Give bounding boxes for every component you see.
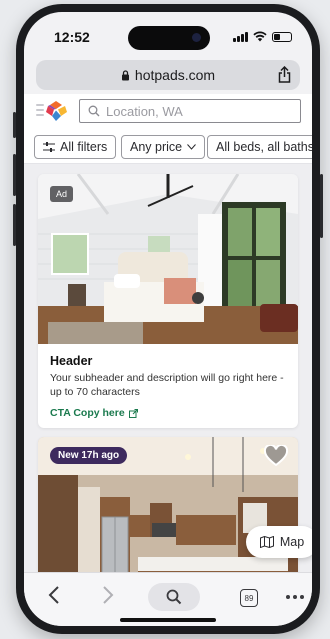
search-icon [166,589,182,605]
power-button [320,174,323,238]
map-icon [259,536,274,548]
app-header [24,94,312,128]
cellular-signal-icon [233,31,248,42]
chevron-down-icon [187,144,196,150]
screen: 12:52 hotpads.com Location, WA All filte… [24,12,312,626]
all-filters-label: All filters [60,140,108,154]
tabs-button[interactable]: 89 [240,589,258,607]
forward-icon[interactable] [102,585,114,605]
ad-badge: Ad [50,186,74,202]
side-button [13,112,16,138]
status-icons [233,31,292,42]
map-button-label: Map [279,535,305,549]
search-icon [88,105,100,117]
ad-title: Header [50,354,93,368]
ad-cta-label: CTA Copy here [50,407,125,419]
share-icon[interactable] [278,66,291,83]
more-options-icon[interactable] [286,595,304,599]
sliders-icon [43,142,55,152]
home-indicator [120,618,216,622]
volume-up-button [13,154,16,196]
price-filter-label: Any price [130,140,183,154]
location-input[interactable] [106,103,286,119]
beds-baths-filter-button[interactable]: All beds, all baths [207,135,312,159]
lock-icon [121,69,129,80]
battery-icon [272,31,292,42]
address-bar[interactable]: hotpads.com [36,60,300,90]
location-search[interactable] [79,99,301,123]
ad-card-body: Header Your subheader and description wi… [38,344,298,428]
back-icon[interactable] [48,585,60,605]
ad-photo: Ad [38,174,298,344]
new-listing-badge: New 17h ago [50,447,128,464]
dynamic-island [128,26,210,50]
tabs-count: 89 [244,593,254,603]
search-button[interactable] [148,583,200,611]
wifi-icon [253,31,267,42]
phone-frame: 12:52 hotpads.com Location, WA All filte… [13,4,323,634]
url-text: hotpads.com [134,67,216,83]
map-button[interactable]: Map [246,526,312,558]
bedroom-photo [38,174,298,344]
listings-feed[interactable]: Ad Header Your subheader and description… [24,164,312,572]
ad-card[interactable]: Ad Header Your subheader and description… [38,174,298,428]
status-time: 12:52 [54,29,90,45]
hotpads-logo-icon[interactable] [42,100,70,122]
status-bar: 12:52 [24,12,312,54]
external-link-icon [128,408,138,418]
heart-icon[interactable] [264,445,288,467]
volume-down-button [13,204,16,246]
beds-baths-filter-label: All beds, all baths [216,140,312,154]
ad-description: Your subheader and description will go r… [50,372,284,398]
filter-bar: All filters Any price All beds, all bath… [24,128,312,164]
price-filter-button[interactable]: Any price [121,135,206,159]
all-filters-button[interactable]: All filters [34,135,117,159]
ad-cta-link[interactable]: CTA Copy here [50,407,286,419]
